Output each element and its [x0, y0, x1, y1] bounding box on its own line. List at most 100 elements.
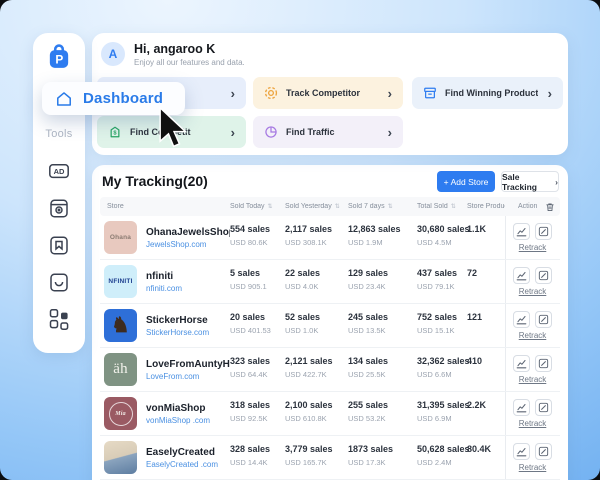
store-bookmark-icon[interactable]	[48, 234, 70, 256]
col-total-sold[interactable]: Total Sold⇅	[417, 203, 467, 210]
chevron-right-icon: ›	[555, 177, 558, 187]
edit-button[interactable]	[535, 267, 552, 284]
col-sold-7-days[interactable]: Sold 7 days⇅	[348, 203, 417, 210]
sold-yesterday-value: 2,100 sales	[285, 400, 348, 410]
sort-icon: ⇅	[268, 203, 273, 210]
analytics-button[interactable]	[513, 223, 530, 240]
retrack-link[interactable]: Retrack	[519, 463, 547, 472]
app-logo[interactable]: P	[46, 42, 72, 70]
store-logo: NFINITI	[104, 265, 137, 298]
chevron-right-icon: ›	[388, 87, 392, 100]
chart-icon	[516, 402, 527, 413]
sold-7days-usd: USD 25.5K	[348, 370, 417, 379]
chart-icon	[516, 446, 527, 457]
trash-icon[interactable]	[545, 202, 555, 212]
table-header: Store Sold Today⇅ Sold Yesterday⇅ Sold 7…	[100, 197, 560, 216]
analytics-button[interactable]	[513, 355, 530, 372]
store-domain-link[interactable]: nfiniti.com	[146, 284, 182, 293]
edit-icon	[538, 226, 549, 237]
sold-7days-usd: USD 17.3K	[348, 458, 417, 467]
total-sold-value: 30,680 sales	[417, 224, 467, 234]
total-sold-usd: USD 6.9M	[417, 414, 467, 423]
sold-7days-value: 245 sales	[348, 312, 417, 322]
sold-7days-value: 1873 sales	[348, 444, 417, 454]
greeting-title: Hi, angaroo K	[134, 42, 215, 56]
card-label: Find Competit	[130, 127, 191, 137]
product-box-icon	[423, 86, 437, 100]
table-row: NFINITI nfinitinfiniti.com 5 salesUSD 90…	[100, 260, 560, 304]
store-products-value: 121	[467, 312, 505, 322]
retrack-link[interactable]: Retrack	[519, 331, 547, 340]
store-domain-link[interactable]: StickerHorse.com	[146, 328, 209, 337]
user-avatar[interactable]: A	[101, 42, 125, 66]
store-domain-link[interactable]: JewelsShop.com	[146, 240, 230, 249]
sold-7days-usd: USD 53.2K	[348, 414, 417, 423]
edit-button[interactable]	[535, 223, 552, 240]
chevron-right-icon: ›	[548, 87, 552, 100]
total-sold-value: 50,628 sales	[417, 444, 467, 454]
ad-icon[interactable]: AD	[48, 160, 70, 182]
sold-yesterday-value: 3,779 sales	[285, 444, 348, 454]
total-sold-usd: USD 6.6M	[417, 370, 467, 379]
analytics-button[interactable]	[513, 399, 530, 416]
total-sold-usd: USD 2.4M	[417, 458, 467, 467]
retrack-link[interactable]: Retrack	[519, 375, 547, 384]
sold-today-value: 323 sales	[230, 356, 285, 366]
retrack-link[interactable]: Retrack	[519, 419, 547, 428]
total-sold-value: 752 sales	[417, 312, 467, 322]
store-bag-icon[interactable]	[48, 271, 70, 293]
store-products-value: 2.2K	[467, 400, 505, 410]
store-domain-link[interactable]: EaselyCreated .com	[146, 460, 218, 469]
retrack-link[interactable]: Retrack	[519, 287, 547, 296]
store-domain-link[interactable]: LoveFrom.com	[146, 372, 230, 381]
sold-yesterday-value: 22 sales	[285, 268, 348, 278]
store-domain-link[interactable]: vonMiaShop .com	[146, 416, 210, 425]
chart-icon	[516, 270, 527, 281]
col-sold-today[interactable]: Sold Today⇅	[230, 203, 285, 210]
analytics-button[interactable]	[513, 267, 530, 284]
card-find-winning-product[interactable]: Find Winning Product ›	[412, 77, 563, 109]
sold-today-value: 20 sales	[230, 312, 285, 322]
sold-yesterday-usd: USD 4.0K	[285, 282, 348, 291]
card-label: Track Competitor	[286, 88, 360, 98]
edit-button[interactable]	[535, 311, 552, 328]
col-store: Store	[100, 203, 230, 210]
total-sold-value: 31,395 sales	[417, 400, 467, 410]
sold-7days-value: 12,863 sales	[348, 224, 417, 234]
analytics-button[interactable]	[513, 311, 530, 328]
sold-7days-value: 134 sales	[348, 356, 417, 366]
card-track-competitor[interactable]: Track Competitor ›	[253, 77, 403, 109]
total-sold-usd: USD 79.1K	[417, 282, 467, 291]
store-camera-icon[interactable]	[48, 197, 70, 219]
edit-button[interactable]	[535, 443, 552, 460]
sold-7days-value: 255 sales	[348, 400, 417, 410]
greeting-subtitle: Enjoy all our features and data.	[134, 58, 245, 67]
retrack-link[interactable]: Retrack	[519, 243, 547, 252]
edit-button[interactable]	[535, 355, 552, 372]
analytics-button[interactable]	[513, 443, 530, 460]
sold-yesterday-usd: USD 422.7K	[285, 370, 348, 379]
add-store-button[interactable]: + Add Store	[437, 171, 495, 192]
apps-grid-icon[interactable]	[48, 308, 70, 330]
store-name: vonMiaShop	[146, 403, 210, 414]
chart-icon	[516, 358, 527, 369]
tracking-title: My Tracking(20)	[102, 173, 208, 189]
svg-text:AD: AD	[54, 167, 65, 176]
sort-icon: ⇅	[335, 203, 340, 210]
card-find-traffic[interactable]: Find Traffic ›	[253, 116, 403, 148]
col-sold-yesterday[interactable]: Sold Yesterday⇅	[285, 203, 348, 210]
card-label: Find Winning Product	[445, 88, 538, 98]
sale-tracking-button[interactable]: Sale Tracking ›	[501, 171, 559, 192]
svg-text:P: P	[55, 52, 63, 66]
tools-label: Tools	[45, 128, 72, 140]
chevron-right-icon: ›	[231, 87, 235, 100]
card-find-competitor[interactable]: $ Find Competit ›	[97, 116, 246, 148]
col-store-products: Store Products	[467, 203, 505, 210]
total-sold-usd: USD 15.1K	[417, 326, 467, 335]
edit-button[interactable]	[535, 399, 552, 416]
sold-today-usd: USD 401.53	[230, 326, 285, 335]
store-products-value: 410	[467, 356, 505, 366]
dashboard-nav-button[interactable]: Dashboard	[42, 82, 185, 115]
target-icon	[264, 86, 278, 100]
total-sold-usd: USD 4.5M	[417, 238, 467, 247]
